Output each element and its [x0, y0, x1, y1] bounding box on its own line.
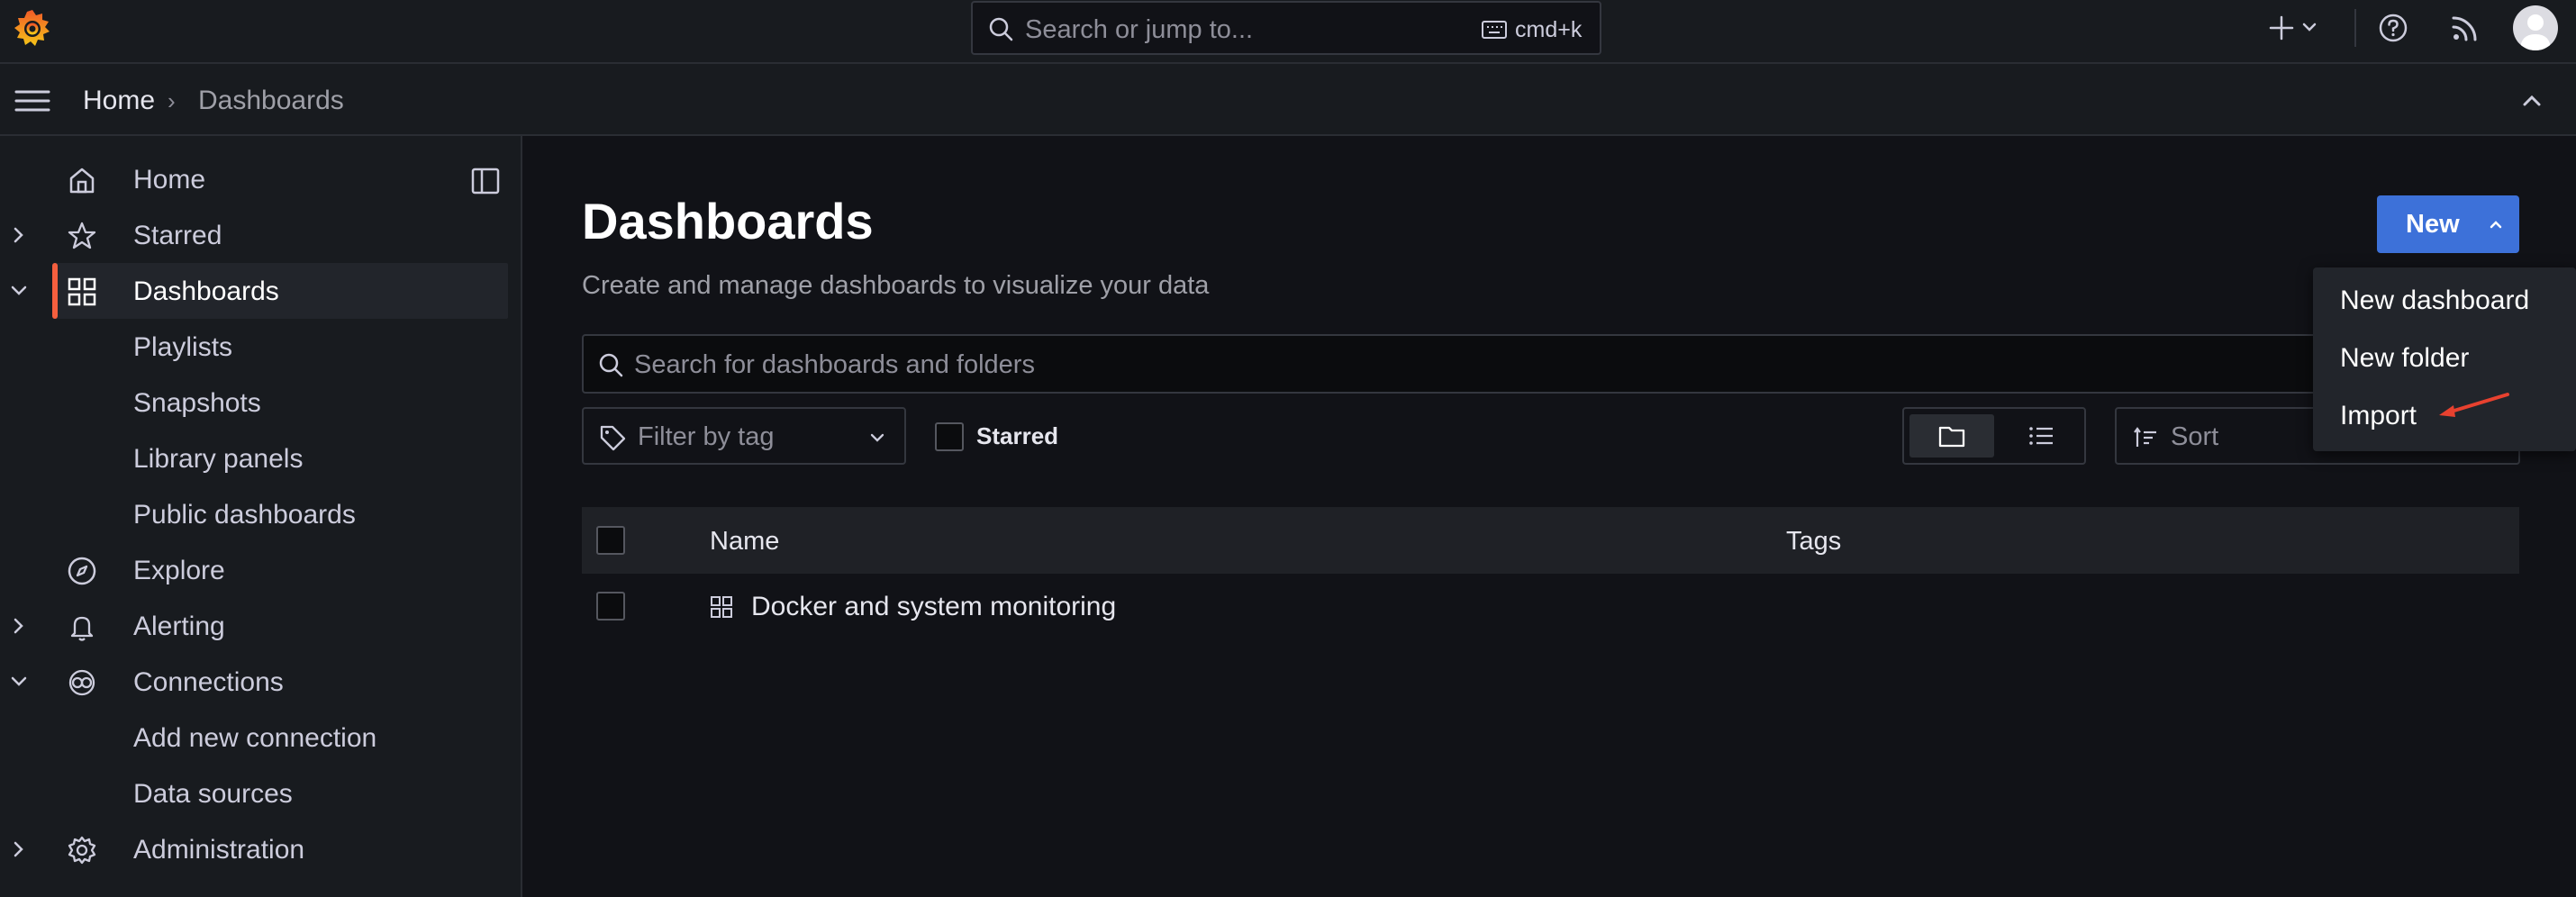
chevron-right-icon[interactable] — [7, 614, 31, 638]
sidebar-item-label: Administration — [133, 835, 305, 865]
sort-icon — [2134, 427, 2156, 447]
list-icon — [2029, 427, 2053, 445]
bell-icon — [70, 616, 94, 641]
page-title: Dashboards — [582, 193, 874, 249]
search-placeholder: Search or jump to... — [1025, 15, 1254, 44]
view-toggle — [1902, 407, 2086, 465]
sidebar-item-label: Dashboards — [133, 276, 279, 306]
tag-icon — [600, 425, 626, 451]
active-indicator — [52, 263, 58, 319]
breadcrumb-separator: › — [168, 87, 176, 114]
sidebar-item-playlists[interactable]: Playlists — [0, 319, 522, 375]
hamburger-menu-icon[interactable] — [13, 86, 52, 116]
dashboard-search-placeholder: Search for dashboards and folders — [634, 350, 1035, 379]
main-content: Dashboards Create and manage dashboards … — [524, 136, 2576, 897]
sidebar-item-dashboards-toggle[interactable] — [0, 263, 52, 319]
table-row[interactable]: Docker and system monitoring — [582, 574, 2519, 639]
chevron-down-icon[interactable] — [7, 279, 31, 303]
dashboard-link[interactable]: Docker and system monitoring — [751, 592, 1116, 622]
sidebar-item-label: Starred — [133, 221, 222, 250]
tag-filter-placeholder: Filter by tag — [638, 422, 775, 451]
folder-view-button[interactable] — [1909, 414, 1994, 458]
new-button-label: New — [2406, 210, 2460, 239]
tag-filter-select[interactable]: Filter by tag — [582, 407, 906, 465]
sidebar-item-administration[interactable]: Administration — [0, 821, 522, 877]
home-icon — [69, 168, 95, 194]
sidebar-item-starred[interactable]: Starred — [0, 207, 522, 263]
search-icon — [989, 17, 1013, 41]
new-menu-dropdown: New dashboard New folder Import — [2313, 267, 2576, 451]
gear-icon — [68, 836, 96, 865]
sidebar-item-home[interactable]: Home — [0, 151, 522, 207]
apps-icon — [68, 277, 96, 306]
menu-item-label: New dashboard — [2340, 285, 2530, 315]
user-silhouette-icon — [2520, 14, 2551, 50]
search-shortcut: cmd+k — [1515, 17, 1583, 42]
chevron-right-icon[interactable] — [7, 223, 31, 247]
chevron-down-icon[interactable] — [7, 670, 31, 693]
sort-placeholder: Sort — [2171, 422, 2219, 451]
table-header: Name Tags — [582, 507, 2519, 574]
plus-icon — [2269, 15, 2294, 41]
compass-icon — [68, 557, 96, 585]
grafana-logo-icon[interactable] — [11, 7, 54, 50]
sidebar-item-snapshots[interactable]: Snapshots — [0, 375, 522, 430]
chevron-down-icon — [2302, 23, 2317, 32]
add-menu-button[interactable] — [2268, 13, 2326, 43]
toolbar-divider — [2354, 9, 2356, 47]
menu-item-label: New folder — [2340, 343, 2470, 373]
dashboard-search-input[interactable]: Search for dashboards and folders — [582, 334, 2518, 394]
sidebar-item-label: Snapshots — [133, 388, 261, 418]
select-all-checkbox[interactable] — [596, 526, 625, 555]
chevron-up-icon[interactable] — [2518, 87, 2545, 114]
breadcrumb-home-link[interactable]: Home — [83, 86, 155, 116]
starred-label: Starred — [976, 422, 1059, 449]
dashboard-apps-icon — [711, 596, 732, 618]
sidebar-item-dashboards[interactable]: Dashboards — [52, 263, 508, 319]
sidebar-item-data-sources[interactable]: Data sources — [0, 766, 522, 821]
sidebar-item-explore[interactable]: Explore — [0, 542, 522, 598]
sidebar-item-public-dashboards[interactable]: Public dashboards — [0, 486, 522, 542]
sidebar-item-alerting[interactable]: Alerting — [0, 598, 522, 654]
sidebar-item-label: Data sources — [133, 779, 293, 809]
sidebar-item-label: Public dashboards — [133, 500, 356, 530]
chevron-right-icon[interactable] — [7, 838, 31, 861]
sidebar-item-connections[interactable]: Connections — [0, 654, 522, 710]
top-bar: Search or jump to... cmd+k — [0, 0, 2576, 64]
menu-item-new-dashboard[interactable]: New dashboard — [2313, 271, 2576, 329]
page-subtitle: Create and manage dashboards to visualiz… — [582, 271, 1210, 300]
menu-item-label: Import — [2340, 401, 2417, 430]
breadcrumb: Home › Dashboards — [0, 64, 2576, 136]
menu-item-new-folder[interactable]: New folder — [2313, 329, 2576, 386]
sidebar-item-label: Explore — [133, 556, 225, 585]
chevron-up-icon — [2490, 221, 2502, 229]
sidebar-item-label: Home — [133, 165, 206, 195]
user-avatar[interactable] — [2513, 5, 2558, 50]
star-icon — [68, 222, 96, 249]
search-input[interactable]: Search or jump to... cmd+k — [971, 1, 1601, 55]
sidebar-item-label: Alerting — [133, 612, 225, 641]
new-button[interactable]: New — [2377, 195, 2519, 253]
sidebar-item-label: Add new connection — [133, 723, 377, 753]
connections-icon — [68, 669, 95, 696]
sidebar-item-label: Playlists — [133, 332, 233, 362]
keyboard-icon — [1482, 21, 1507, 39]
sidebar-item-library-panels[interactable]: Library panels — [0, 430, 522, 486]
list-view-button[interactable] — [2000, 414, 2082, 458]
annotation-arrow-icon — [2439, 393, 2509, 417]
column-header-name: Name — [710, 527, 780, 556]
chevron-down-icon — [870, 433, 884, 442]
help-icon[interactable] — [2378, 13, 2408, 43]
breadcrumb-current: Dashboards — [198, 86, 344, 115]
sidebar-item-add-new-connection[interactable]: Add new connection — [0, 710, 522, 766]
column-header-tags: Tags — [1786, 527, 1842, 556]
starred-checkbox[interactable] — [935, 422, 964, 451]
sidebar-item-label: Connections — [133, 667, 284, 697]
rss-icon[interactable] — [2450, 13, 2481, 43]
folder-icon — [1938, 426, 1965, 448]
row-checkbox[interactable] — [596, 592, 625, 621]
sidebar: Home Starred Dashboards Playlists Snapsh… — [0, 136, 522, 897]
search-icon — [599, 353, 623, 377]
sidebar-item-label: Library panels — [133, 444, 304, 474]
